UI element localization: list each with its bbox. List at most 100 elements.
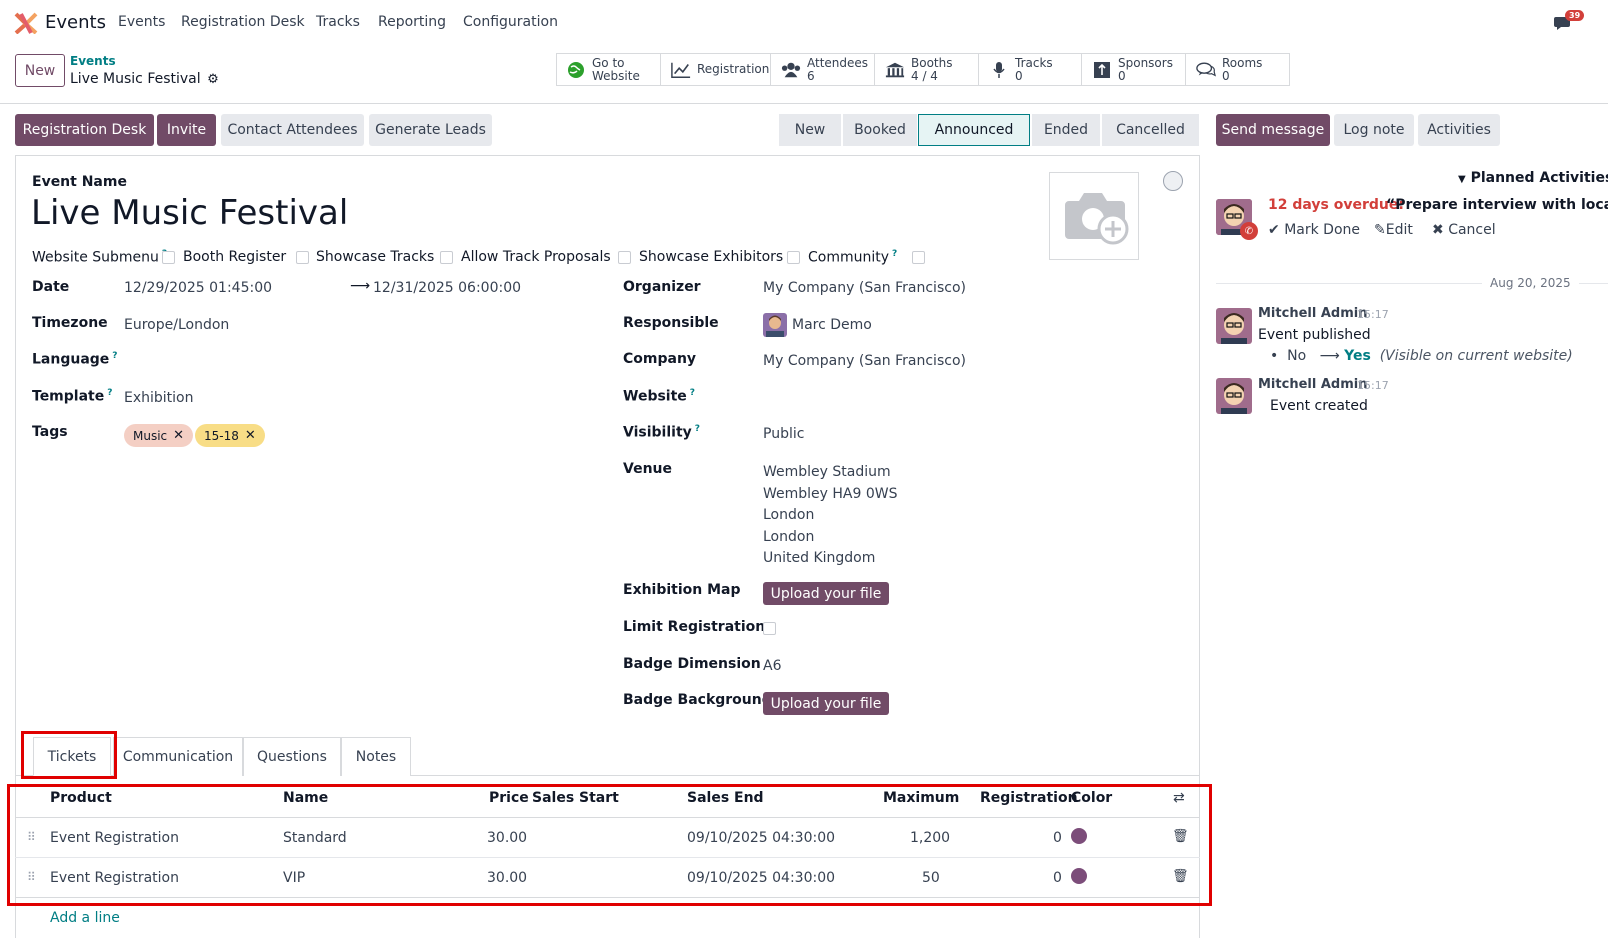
venue-line: London: [763, 507, 815, 523]
remove-tag-icon[interactable]: ✕: [245, 428, 256, 443]
smart-button-label: Go to: [592, 55, 625, 70]
top-navbar: Events Events Registration Desk Tracks R…: [0, 0, 1608, 46]
send-message-button[interactable]: Send message: [1216, 114, 1330, 146]
tracking-change: • No ⟶ Yes (Visible on current website): [1270, 348, 1573, 364]
smart-button-tracks[interactable]: Tracks 0: [979, 53, 1082, 86]
smart-button-registration[interactable]: Registration: [661, 53, 771, 86]
website-label: Website?: [623, 388, 696, 405]
menu-configuration[interactable]: Configuration: [463, 14, 558, 30]
smart-button-rooms[interactable]: Rooms 0: [1186, 53, 1290, 86]
chat-button[interactable]: 39: [1554, 10, 1585, 34]
priority-circle[interactable]: [1163, 171, 1183, 191]
contact-attendees-button[interactable]: Contact Attendees: [221, 114, 364, 146]
venue-line: Wembley HA9 0WS: [763, 485, 898, 502]
planned-activities-toggle[interactable]: ▼ Planned Activities: [1458, 170, 1608, 186]
event-name-input[interactable]: Live Music Festival: [31, 193, 348, 233]
caret-down-icon: ▼: [1458, 174, 1466, 185]
smart-button-sub: 4 / 4: [911, 68, 938, 83]
showcase-tracks-checkbox[interactable]: [440, 251, 453, 264]
message-time: 15:17: [1357, 379, 1389, 392]
exhibition-map-upload-button[interactable]: Upload your file: [763, 582, 889, 605]
stage-announced[interactable]: Announced: [918, 114, 1030, 146]
community-checkbox[interactable]: [912, 251, 925, 264]
tab-communication[interactable]: Communication: [113, 737, 243, 776]
website-submenu-checkbox[interactable]: [162, 251, 175, 264]
smart-button-label: Booths: [911, 55, 953, 70]
booth-register-checkbox[interactable]: [296, 251, 309, 264]
tag-label: 15-18: [204, 428, 239, 443]
menu-tracks[interactable]: Tracks: [316, 14, 360, 30]
venue-address[interactable]: Wembley Stadium Wembley HA9 0WS London L…: [763, 462, 898, 570]
record-title: Live Music Festival: [70, 71, 201, 87]
badge-dimension-select[interactable]: A6: [763, 658, 781, 674]
smart-button-label: Rooms: [1222, 55, 1263, 70]
smart-button-attendees[interactable]: Attendees 6: [771, 53, 875, 86]
new-button[interactable]: New: [15, 54, 65, 87]
menu-events[interactable]: Events: [118, 14, 165, 30]
website-submenu-label: Website Submenu?: [32, 249, 167, 266]
app-name[interactable]: Events: [45, 12, 106, 33]
breadcrumb-parent[interactable]: Events: [70, 54, 116, 68]
building-icon: [885, 61, 905, 79]
organizer-select[interactable]: My Company (San Francisco): [763, 280, 966, 296]
badge-background-upload-button[interactable]: Upload your file: [763, 692, 889, 715]
activity-overdue: 12 days overdue:: [1268, 197, 1404, 213]
log-note-button[interactable]: Log note: [1334, 114, 1414, 146]
tab-notes[interactable]: Notes: [341, 737, 411, 776]
tag-label: Music: [133, 428, 168, 443]
image-upload-placeholder[interactable]: [1049, 172, 1139, 260]
date-end-input[interactable]: 12/31/2025 06:00:00: [373, 280, 521, 296]
smart-button-sponsors[interactable]: Sponsors 0: [1082, 53, 1186, 86]
stage-booked[interactable]: Booked: [843, 114, 917, 146]
smart-button-sub: Website: [592, 68, 640, 83]
registration-desk-button[interactable]: Registration Desk: [15, 114, 154, 146]
invite-button[interactable]: Invite: [157, 114, 216, 146]
smart-button-website[interactable]: Go to Website: [556, 53, 661, 86]
language-select[interactable]: [124, 349, 574, 371]
stage-new[interactable]: New: [779, 114, 841, 146]
website-select[interactable]: [763, 386, 1183, 408]
language-label: Language?: [32, 351, 118, 368]
chart-line-icon: [671, 61, 691, 79]
smart-button-sub: 0: [1118, 68, 1126, 83]
timezone-select[interactable]: Europe/London: [124, 317, 229, 333]
edit-link[interactable]: ✎Edit: [1374, 222, 1413, 238]
smart-button-label: Registration: [697, 62, 770, 76]
globe-icon: [566, 61, 586, 79]
responsible-select[interactable]: Marc Demo: [792, 317, 872, 333]
date-label: Date: [32, 279, 70, 295]
message-author[interactable]: Mitchell Admin: [1258, 306, 1367, 321]
template-select[interactable]: Exhibition: [124, 390, 194, 406]
timezone-label: Timezone: [32, 315, 108, 331]
generate-leads-button[interactable]: Generate Leads: [369, 114, 492, 146]
allow-track-proposals-checkbox[interactable]: [618, 251, 631, 264]
menu-reporting[interactable]: Reporting: [378, 14, 446, 30]
date-start-input[interactable]: 12/29/2025 01:45:00: [124, 280, 272, 296]
tag-15-18[interactable]: 15-18 ✕: [195, 424, 265, 447]
add-a-line-link[interactable]: Add a line: [50, 910, 120, 926]
tab-questions[interactable]: Questions: [243, 737, 341, 776]
smart-button-sub: 0: [1015, 68, 1023, 83]
odoo-logo-icon[interactable]: [14, 12, 38, 34]
company-select[interactable]: My Company (San Francisco): [763, 353, 966, 369]
tag-music[interactable]: Music ✕: [124, 424, 194, 447]
planned-activities-label: Planned Activities: [1470, 170, 1608, 186]
activities-button[interactable]: Activities: [1418, 114, 1500, 146]
microphone-icon: [989, 61, 1009, 79]
message-author[interactable]: Mitchell Admin: [1258, 377, 1367, 392]
allow-track-proposals-label: Allow Track Proposals: [461, 249, 611, 265]
remove-tag-icon[interactable]: ✕: [173, 428, 184, 443]
visibility-select[interactable]: Public: [763, 426, 804, 442]
chat-badge: 39: [1565, 10, 1585, 21]
showcase-exhibitors-checkbox[interactable]: [787, 251, 800, 264]
cancel-link[interactable]: ✖ Cancel: [1432, 222, 1496, 238]
tracking-new-value: Yes: [1344, 348, 1371, 364]
stage-cancelled[interactable]: Cancelled: [1102, 114, 1199, 146]
stage-ended[interactable]: Ended: [1032, 114, 1100, 146]
smart-button-booths[interactable]: Booths 4 / 4: [875, 53, 979, 86]
limit-registrations-checkbox[interactable]: [763, 622, 776, 635]
mark-done-link[interactable]: ✔ Mark Done: [1268, 222, 1360, 238]
menu-registration-desk[interactable]: Registration Desk: [181, 14, 305, 30]
gear-icon[interactable]: ⚙: [207, 72, 219, 87]
activity-title[interactable]: “Prepare interview with local media”: [1386, 197, 1608, 213]
